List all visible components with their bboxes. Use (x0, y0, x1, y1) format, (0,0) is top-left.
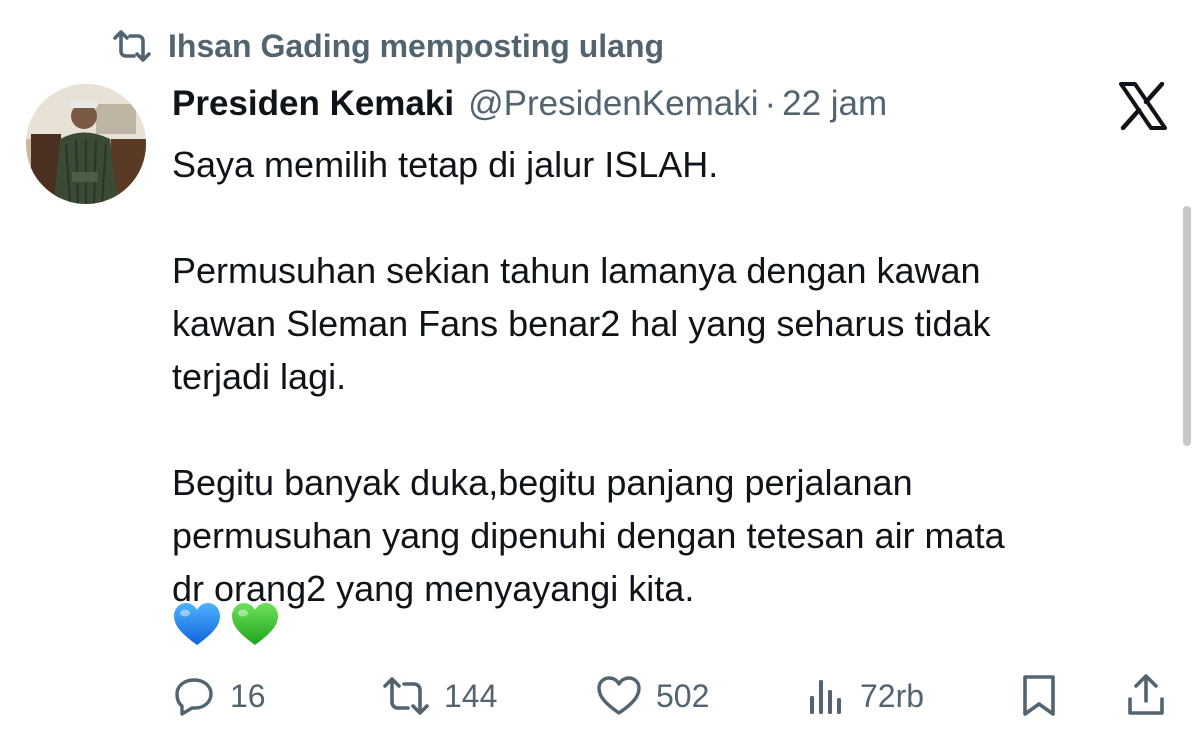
green-heart-icon (232, 603, 278, 645)
author-handle[interactable]: @PresidenKemaki (468, 84, 758, 124)
reply-button[interactable]: 16 (172, 668, 266, 724)
avatar[interactable] (26, 84, 146, 204)
bookmark-icon (1023, 675, 1055, 716)
tweet-header: Presiden Kemaki @PresidenKemaki · 22 jam (172, 80, 887, 128)
views-icon (810, 680, 841, 714)
tweet-line: Saya memilih tetap di jalur ISLAH. (172, 144, 719, 185)
tweet-text: Saya memilih tetap di jalur ISLAH. Permu… (172, 138, 1132, 615)
scrollbar[interactable] (1183, 206, 1191, 446)
blue-heart-icon (174, 603, 220, 645)
tweet-line: Begitu banyak duka,begitu panjang perjal… (172, 462, 913, 503)
tweet-timestamp[interactable]: 22 jam (782, 84, 887, 124)
separator-dot: · (764, 84, 777, 123)
share-icon (1128, 674, 1164, 715)
repost-icon (112, 29, 152, 63)
reply-icon (175, 678, 213, 716)
like-icon (597, 676, 641, 715)
reply-count: 16 (230, 677, 266, 714)
tweet-line: Permusuhan sekian tahun lamanya dengan k… (172, 250, 981, 291)
like-button[interactable]: 502 (596, 668, 709, 724)
repost-label: Ihsan Gading memposting ulang (168, 27, 665, 64)
repost-count: 144 (444, 677, 498, 714)
tweet-line: terjadi lagi. (172, 356, 347, 397)
share-button[interactable] (1126, 668, 1180, 724)
repost-indicator[interactable]: Ihsan Gading memposting ulang (112, 26, 664, 66)
x-logo-icon (1118, 81, 1168, 131)
like-count: 502 (656, 677, 710, 714)
repost-icon (383, 677, 429, 715)
tweet-line: permusuhan yang dipenuhi dengan tetesan … (172, 515, 1005, 556)
bookmark-button[interactable] (1020, 668, 1072, 724)
emoji-row (172, 600, 280, 650)
views-count: 72rb (860, 677, 925, 714)
repost-button[interactable]: 144 (382, 668, 497, 724)
tweet-line: dr orang2 yang menyayangi kita. (172, 568, 695, 609)
tweet-actions: 16 144 502 72rb (172, 668, 1172, 724)
author-name[interactable]: Presiden Kemaki (172, 84, 454, 124)
views-button[interactable]: 72rb (806, 668, 924, 724)
tweet-line: kawan Sleman Fans benar2 hal yang seharu… (172, 303, 991, 344)
